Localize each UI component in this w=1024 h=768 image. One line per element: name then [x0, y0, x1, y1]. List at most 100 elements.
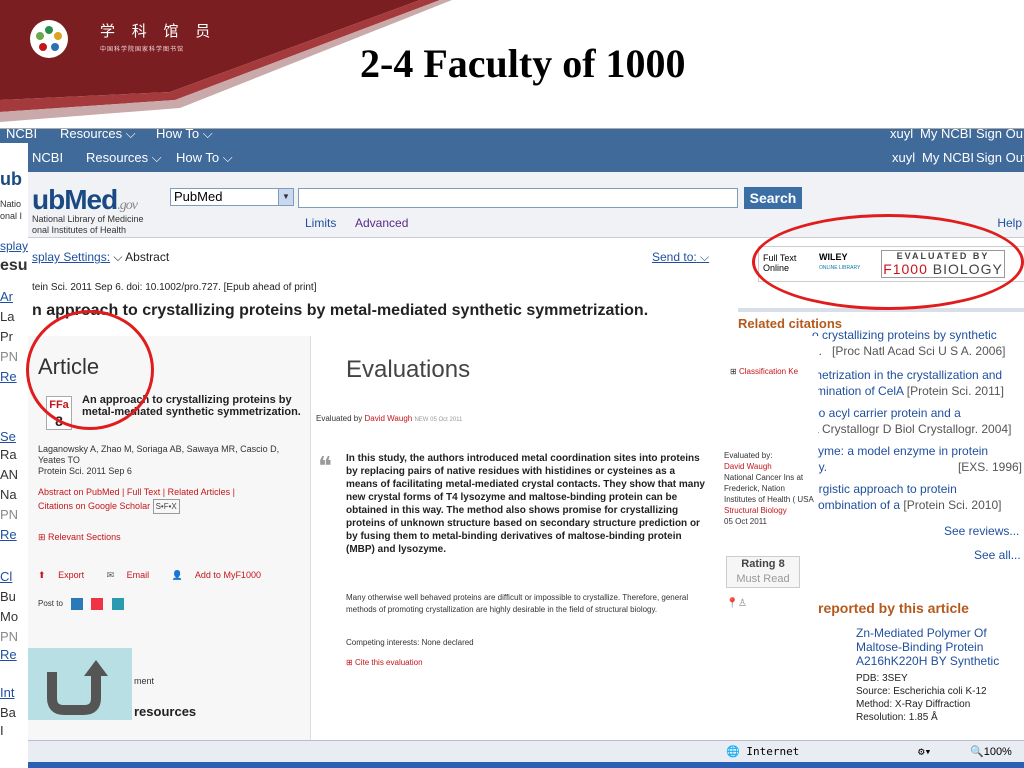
- related-item[interactable]: rmination of CelA [Protein Sci. 2011]: [812, 384, 1004, 398]
- authors-list: Laganowsky A, Zhao M, Soriaga AB, Sawaya…: [38, 444, 280, 465]
- bg-fragment[interactable]: Re: [0, 369, 17, 384]
- bg-fragment: PN: [0, 507, 19, 522]
- journal-line: Protein Sci. 2011 Sep 6: [38, 466, 132, 476]
- bg-fragment[interactable]: Ar: [0, 289, 13, 304]
- f1000-evaluations-panel: Evaluations Evaluated by David Waugh NEW…: [310, 336, 716, 740]
- share-icon[interactable]: [91, 598, 104, 610]
- my-ncbi-link[interactable]: My NCBI: [922, 150, 974, 165]
- search-input[interactable]: [298, 188, 738, 208]
- export-button[interactable]: ⬆ Export: [38, 570, 94, 580]
- bg-fragment: I: [0, 723, 4, 738]
- reported-heading: reported by this article: [818, 600, 969, 616]
- see-reviews-link[interactable]: See reviews...: [944, 524, 1019, 538]
- google-scholar-link[interactable]: Citations on Google Scholar: [38, 501, 150, 511]
- related-item[interactable]: o crystallizing proteins by synthetic: [812, 328, 997, 342]
- pin-icon[interactable]: 📍: [726, 598, 738, 609]
- faculty-link[interactable]: Structural Biology: [724, 505, 816, 516]
- related-item-source: a Crystallogr D Biol Crystallogr. 2004]: [812, 422, 1012, 436]
- pdb-structure-link[interactable]: Zn-Mediated Polymer Of Maltose-Binding P…: [856, 626, 1024, 668]
- classification-toggle[interactable]: ⊞ Classification Ke: [730, 366, 798, 377]
- search-button[interactable]: Search: [744, 187, 802, 209]
- add-to-myf1000-button[interactable]: 👤 Add to MyF1000: [172, 570, 271, 580]
- bg-sign-out-link[interactable]: Sign Ou: [976, 129, 1023, 141]
- related-item[interactable]: zyme: a model enzyme in protein: [812, 444, 988, 458]
- plus-icon: ⊞: [730, 367, 739, 376]
- bg-fragment[interactable]: Re: [0, 527, 17, 542]
- howto-menu[interactable]: How To ⌵: [176, 150, 233, 166]
- article-links[interactable]: Abstract on PubMed | Full Text | Related…: [38, 486, 300, 499]
- related-item[interactable]: combination of a [Protein Sci. 2010]: [812, 498, 1001, 512]
- sfx-button[interactable]: S•F•X: [152, 499, 180, 514]
- export-icon: ⬆: [38, 570, 46, 580]
- bg-fragment: Mo: [0, 609, 19, 624]
- bg-fragment[interactable]: Int: [0, 685, 14, 700]
- pdb-metadata: PDB: 3SEY Source: Escherichia coli K-12 …: [856, 672, 987, 724]
- f1000-authors: Laganowsky A, Zhao M, Soriaga AB, Sawaya…: [38, 444, 300, 477]
- evaluation-date: NEW 05 Oct 2011: [414, 417, 463, 423]
- sign-out-link[interactable]: Sign Out: [976, 150, 1024, 165]
- relevant-sections-toggle[interactable]: ⊞ Relevant Sections: [38, 532, 121, 543]
- limits-link[interactable]: Limits: [305, 216, 336, 230]
- related-item-source: [EXS. 1996]: [957, 460, 1022, 474]
- chevron-down-icon: ⌵: [151, 150, 162, 165]
- bg-resources-menu[interactable]: Resources ⌵: [60, 129, 136, 141]
- windows-taskbar: [28, 762, 1024, 768]
- database-select-value: PubMed: [174, 189, 223, 204]
- database-select[interactable]: PubMed ▼: [170, 188, 294, 206]
- security-dropdown-icon[interactable]: ⚙▾: [918, 745, 931, 758]
- bg-fragment: esu: [0, 257, 28, 274]
- pubmed-logo[interactable]: ubMed.gov: [32, 184, 138, 216]
- share-icon[interactable]: [111, 598, 124, 610]
- bg-fragment: onal I: [0, 211, 23, 221]
- user-add-icon: 👤: [171, 570, 183, 580]
- plus-icon: ⊞: [346, 658, 355, 667]
- advanced-link[interactable]: Advanced: [355, 216, 408, 230]
- nlm-caption: National Library of Medicine onal Instit…: [32, 214, 144, 236]
- zoom-control[interactable]: 🔍100%: [970, 745, 1012, 758]
- bg-howto-menu[interactable]: How To ⌵: [156, 129, 213, 141]
- rating-box: Rating 8 Must Read: [726, 556, 800, 588]
- person-icon[interactable]: ♙: [738, 598, 747, 609]
- bg-fragment[interactable]: Cl: [0, 569, 12, 584]
- bg-my-ncbi-link[interactable]: My NCBI: [920, 129, 972, 141]
- up-arrow-icon: [47, 660, 108, 715]
- related-item[interactable]: metrization in the crystallization and: [812, 368, 1002, 382]
- slide-title: 2-4 Faculty of 1000: [360, 41, 686, 86]
- library-logo: [30, 20, 68, 58]
- pubmed-logo-text: ubMed: [32, 184, 118, 215]
- related-item[interactable]: ergistic approach to protein: [812, 482, 957, 496]
- related-item[interactable]: ny. [EXS. 1996]: [812, 460, 1024, 474]
- logo-chinese-name: 学 科 馆 员: [100, 22, 217, 40]
- related-item-source: [Protein Sci. 2010]: [903, 498, 1002, 512]
- evaluator-name-link[interactable]: David Waugh: [724, 461, 816, 472]
- bg-fragment: AN: [0, 467, 19, 482]
- bg-fragment: splay: [0, 239, 29, 253]
- display-mode: Abstract: [125, 250, 170, 264]
- email-button[interactable]: ✉ Email: [107, 570, 160, 580]
- evaluator-link[interactable]: David Waugh: [365, 414, 413, 423]
- plus-icon: ⊞: [38, 532, 49, 542]
- display-settings-link[interactable]: splay Settings:: [32, 250, 110, 264]
- related-item[interactable]: po acyl carrier protein and a: [812, 406, 961, 420]
- help-link[interactable]: Help: [997, 216, 1022, 230]
- send-to-menu[interactable]: Send to: ⌵: [652, 250, 709, 265]
- export-label: Export: [58, 570, 85, 580]
- chevron-down-icon: ▼: [278, 189, 293, 205]
- bg-fragment[interactable]: Re: [0, 647, 17, 662]
- related-item[interactable]: a Crystallogr D Biol Crystallogr. 2004]: [812, 422, 1011, 436]
- post-to-bar: Post to: [38, 598, 124, 610]
- display-settings[interactable]: splay Settings: ⌵ Abstract: [32, 250, 169, 265]
- related-item[interactable]: n. [Proc Natl Acad Sci U S A. 2006]: [812, 344, 1005, 358]
- f1000-tools: ⬆ Export ✉ Email 👤 Add to MyF1000: [38, 570, 281, 581]
- share-icon[interactable]: [71, 598, 84, 610]
- evaluated-by-line: Evaluated by David Waugh NEW 05 Oct 2011: [316, 414, 462, 423]
- resources-fragment: resources: [134, 704, 197, 719]
- chevron-down-icon: ⌵: [222, 150, 233, 165]
- bg-fragment[interactable]: Se: [0, 429, 16, 444]
- resources-menu[interactable]: Resources ⌵: [86, 150, 162, 166]
- cite-evaluation-toggle[interactable]: ⊞ Cite this evaluation: [346, 658, 423, 667]
- f1000-article-links[interactable]: Abstract on PubMed | Full Text | Related…: [38, 486, 300, 514]
- up-arrow-button[interactable]: [28, 648, 132, 720]
- security-zone[interactable]: 🌐 Internet: [726, 745, 799, 758]
- see-all-link[interactable]: See all...: [974, 548, 1021, 562]
